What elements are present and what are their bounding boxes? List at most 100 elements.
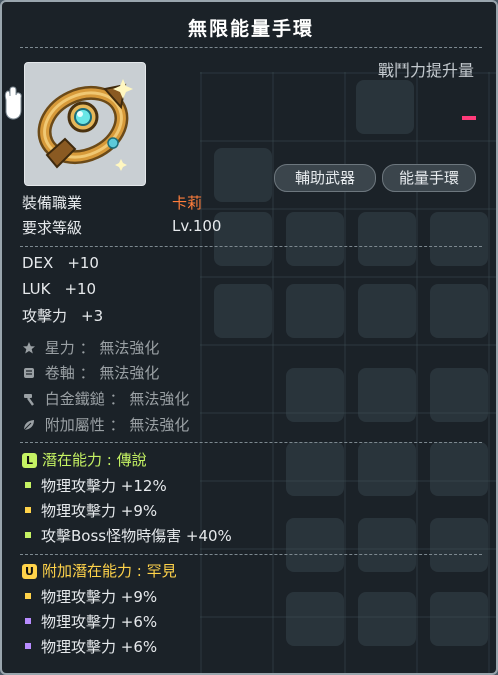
bonus-potential-line-value: +6% xyxy=(120,638,158,656)
bonus-potential-grade: 罕見 xyxy=(146,562,177,580)
tag-secondary-weapon: 輔助武器 xyxy=(274,164,376,192)
background-slot xyxy=(286,368,344,422)
background-slot xyxy=(430,284,488,338)
potential-line-value: +40% xyxy=(185,527,232,545)
scroll-icon xyxy=(24,368,34,378)
enhancement-value: 無法強化 xyxy=(129,416,190,434)
bullet-icon xyxy=(25,593,31,599)
item-icon-frame xyxy=(24,62,146,186)
potential-label: 潛在能力 xyxy=(42,451,103,469)
stat-value: +10 xyxy=(64,280,97,298)
background-slot xyxy=(286,592,344,646)
potential-line-text: 物理攻擊力 xyxy=(41,502,117,520)
bullet-icon xyxy=(25,482,31,488)
enhancement-value: 無法強化 xyxy=(99,364,160,382)
bullet-icon xyxy=(25,618,31,624)
background-slot xyxy=(286,284,344,338)
potential-line-value: +9% xyxy=(120,502,158,520)
bonus-potential-label: 附加潛在能力 xyxy=(42,562,133,580)
enhancement-label: 卷軸 xyxy=(44,364,75,382)
bullet-icon xyxy=(25,643,31,649)
potential-line: 攻擊Boss怪物時傷害 +40% xyxy=(22,525,232,546)
bonus-potential-header: U 附加潛在能力 : 罕見 xyxy=(22,560,177,581)
background-slot xyxy=(214,212,272,266)
bonus-potential-line: 物理攻擊力 +9% xyxy=(22,586,157,607)
level-label: 要求等級 xyxy=(22,219,83,237)
enhancement-divider xyxy=(20,442,482,443)
bullet-icon xyxy=(25,532,31,538)
potential-header: L 潛在能力 : 傳說 xyxy=(22,449,147,470)
enhancement-row: 附加屬性 ： 無法強化 xyxy=(22,414,189,435)
bonus-potential-line: 物理攻擊力 +6% xyxy=(22,611,157,632)
star-icon xyxy=(23,342,35,354)
bonus-potential-line-text: 物理攻擊力 xyxy=(41,638,117,656)
background-slot xyxy=(358,442,416,496)
bonus-potential-line-value: +9% xyxy=(120,588,158,606)
bonus-potential-line-text: 物理攻擊力 xyxy=(41,613,117,631)
legendary-badge-icon: L xyxy=(22,453,37,468)
stat-name: DEX xyxy=(22,254,54,272)
background-slot xyxy=(358,284,416,338)
potential-grade: 傳說 xyxy=(116,451,147,469)
item-tooltip: 無限能量手環 戰鬥力提升量 輔助武器 能量手環 裝備職業 卡莉 要求等級 Lv.… xyxy=(0,0,498,675)
requirements-divider xyxy=(20,246,482,247)
tag-energy-bracelet: 能量手環 xyxy=(382,164,476,192)
enhancement-value: 無法強化 xyxy=(99,339,160,357)
background-slot xyxy=(430,592,488,646)
background-slot xyxy=(430,368,488,422)
enhancement-label: 星力 xyxy=(44,339,75,357)
potential-line-text: 物理攻擊力 xyxy=(41,477,117,495)
background-slot xyxy=(286,212,344,266)
enhancement-label: 白金鐵鎚 xyxy=(44,390,105,408)
background-slot xyxy=(358,212,416,266)
job-label: 裝備職業 xyxy=(22,194,83,212)
background-slot xyxy=(214,284,272,338)
background-slot xyxy=(430,442,488,496)
stat-row: DEX +10 xyxy=(22,254,99,272)
job-requirement-row: 裝備職業 卡莉 xyxy=(22,192,202,213)
background-slot xyxy=(356,80,414,134)
job-value: 卡莉 xyxy=(172,194,203,212)
bonus-potential-line-text: 物理攻擊力 xyxy=(41,588,117,606)
combat-power-label: 戰鬥力提升量 xyxy=(377,61,474,80)
stat-row: LUK +10 xyxy=(22,280,96,298)
bonus-potential-line: 物理攻擊力 +6% xyxy=(22,636,157,657)
enhancement-label: 附加屬性 xyxy=(44,416,105,434)
stat-name: 攻擊力 xyxy=(22,307,68,325)
potential-divider xyxy=(20,554,482,555)
background-slot xyxy=(430,518,488,572)
background-slot xyxy=(358,518,416,572)
level-value: Lv.100 xyxy=(172,217,222,235)
bonus-potential-separator: : xyxy=(136,562,142,580)
level-requirement-row: 要求等級 Lv.100 xyxy=(22,217,221,238)
stat-value: +3 xyxy=(81,307,104,325)
combat-power-change-indicator xyxy=(462,116,476,120)
background-slot xyxy=(358,592,416,646)
item-title: 無限能量手環 xyxy=(187,18,314,40)
potential-separator: : xyxy=(106,451,112,469)
enhancement-value: 無法強化 xyxy=(129,390,190,408)
background-slot xyxy=(358,368,416,422)
potential-line-text: 攻擊Boss怪物時傷害 xyxy=(41,527,182,545)
stat-value: +10 xyxy=(67,254,99,272)
background-slot xyxy=(286,518,344,572)
enhancement-row: 白金鐵鎚 ： 無法強化 xyxy=(22,388,189,409)
bonus-potential-line-value: +6% xyxy=(120,613,158,631)
energy-bracelet-icon xyxy=(37,79,133,171)
glove-cursor-icon xyxy=(4,86,22,120)
unique-badge-icon: U xyxy=(22,564,37,579)
bullet-icon xyxy=(25,507,31,513)
potential-line-value: +12% xyxy=(120,477,167,495)
enhancement-row: 卷軸 ： 無法強化 xyxy=(22,362,159,383)
enhancement-row: 星力 ： 無法強化 xyxy=(22,337,159,358)
stat-row: 攻擊力 +3 xyxy=(22,305,103,326)
background-slot xyxy=(286,442,344,496)
potential-line: 物理攻擊力 +9% xyxy=(22,500,157,521)
stat-name: LUK xyxy=(22,280,51,298)
leaf-icon xyxy=(23,420,34,431)
hammer-icon xyxy=(24,394,34,406)
potential-line: 物理攻擊力 +12% xyxy=(22,475,167,496)
title-divider xyxy=(20,47,482,48)
background-slot xyxy=(430,212,488,266)
background-slot xyxy=(214,148,272,202)
